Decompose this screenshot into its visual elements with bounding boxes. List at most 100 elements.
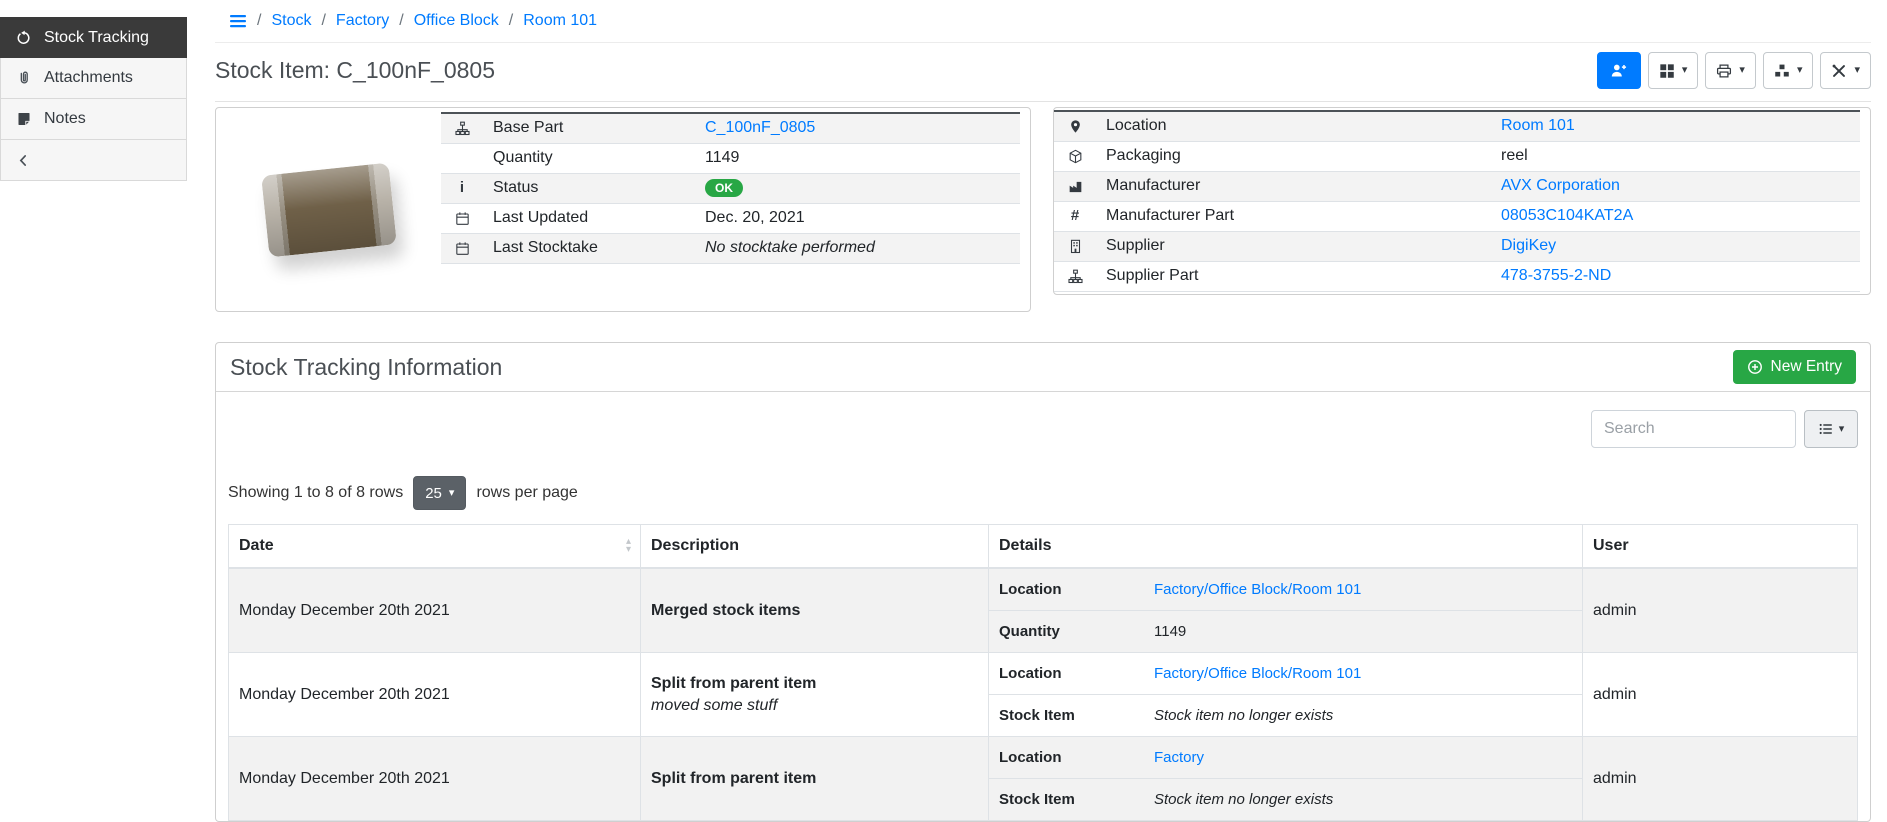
detail-label: Supplier bbox=[1096, 231, 1491, 261]
table-row: Manufacturer AVX Corporation bbox=[1054, 171, 1860, 201]
item-details-panel: Base Part C_100nF_0805 Quantity 1149 i S… bbox=[215, 107, 1031, 312]
breadcrumb: / Stock / Factory / Office Block / Room … bbox=[215, 0, 1871, 43]
columns-dropdown-button[interactable]: ▾ bbox=[1804, 410, 1858, 448]
item-details-table: Base Part C_100nF_0805 Quantity 1149 i S… bbox=[441, 112, 1020, 264]
column-header-date[interactable]: Date ▴▾ bbox=[229, 525, 641, 569]
table-row: Packaging reel bbox=[1054, 141, 1860, 171]
table-controls: ▾ bbox=[228, 410, 1858, 448]
sidebar-item-stock-tracking[interactable]: Stock Tracking bbox=[0, 17, 187, 58]
user-cell: admin bbox=[1583, 653, 1858, 737]
new-entry-button[interactable]: New Entry bbox=[1733, 350, 1857, 384]
detail-panels: Base Part C_100nF_0805 Quantity 1149 i S… bbox=[215, 107, 1871, 312]
manufacturer-link[interactable]: AVX Corporation bbox=[1501, 177, 1620, 194]
caret-down-icon: ▾ bbox=[1682, 65, 1688, 76]
details-cell: Location Factory/Office Block/Room 101 Q… bbox=[989, 568, 1583, 653]
detail-key: Location bbox=[989, 569, 1144, 611]
details-cell: Location Factory Stock Item Stock item n… bbox=[989, 737, 1583, 821]
table-row: Last Stocktake No stocktake performed bbox=[441, 233, 1020, 263]
table-row: Location Room 101 bbox=[1054, 111, 1860, 141]
detail-label: Packaging bbox=[1096, 141, 1491, 171]
table-row: Base Part C_100nF_0805 bbox=[441, 113, 1020, 143]
sitemap-icon bbox=[1064, 269, 1086, 284]
stock-tracking-header: Stock Tracking Information New Entry bbox=[216, 343, 1870, 392]
breadcrumb-link-factory[interactable]: Factory bbox=[336, 12, 389, 30]
barcode-actions-dropdown-button[interactable]: ▾ bbox=[1648, 52, 1699, 89]
part-thumbnail[interactable] bbox=[216, 112, 441, 307]
user-actions-button[interactable] bbox=[1597, 52, 1641, 89]
detail-label: Quantity bbox=[483, 143, 695, 173]
detail-label: Status bbox=[483, 173, 695, 203]
column-header-user: User bbox=[1583, 525, 1858, 569]
detail-key: Stock Item bbox=[989, 695, 1144, 737]
chevron-left-icon bbox=[15, 153, 32, 168]
breadcrumb-link-stock[interactable]: Stock bbox=[271, 12, 311, 30]
calendar-icon bbox=[451, 211, 473, 226]
location-link[interactable]: Room 101 bbox=[1501, 117, 1575, 134]
column-header-details: Details bbox=[989, 525, 1583, 569]
page-header: Stock Item: C_100nF_0805 bbox=[215, 43, 1871, 102]
breadcrumb-separator: / bbox=[321, 12, 325, 30]
breadcrumb-link-room-101[interactable]: Room 101 bbox=[523, 12, 597, 30]
stock-actions-dropdown-button[interactable]: ▾ bbox=[1763, 52, 1814, 89]
sidebar-collapse-button[interactable] bbox=[0, 140, 187, 181]
detail-key: Quantity bbox=[989, 611, 1144, 653]
print-actions-dropdown-button[interactable]: ▾ bbox=[1705, 52, 1756, 89]
location-details-table: Location Room 101 Packaging reel bbox=[1054, 110, 1860, 292]
detail-key: Location bbox=[989, 737, 1144, 779]
description-cell: Merged stock items bbox=[641, 568, 989, 653]
caret-down-icon: ▾ bbox=[1854, 65, 1860, 76]
detail-label: Base Part bbox=[483, 113, 695, 143]
menu-icon[interactable] bbox=[229, 13, 247, 29]
hash-icon: # bbox=[1071, 207, 1079, 224]
description-cell: Split from parent item moved some stuff bbox=[641, 653, 989, 737]
sidebar-item-label: Notes bbox=[44, 110, 86, 128]
edit-actions-dropdown-button[interactable]: ▾ bbox=[1820, 52, 1871, 89]
rows-per-page-text: rows per page bbox=[476, 484, 577, 502]
table-row: Quantity 1149 bbox=[441, 143, 1020, 173]
tracking-table: Date ▴▾ Description Details User bbox=[228, 524, 1858, 821]
packaging-value: reel bbox=[1491, 141, 1860, 171]
sidebar-item-attachments[interactable]: Attachments bbox=[0, 58, 187, 99]
supplier-part-link[interactable]: 478-3755-2-ND bbox=[1501, 267, 1611, 284]
detail-key: Stock Item bbox=[989, 779, 1144, 821]
detail-label: Manufacturer Part bbox=[1096, 201, 1491, 231]
location-details-panel: Location Room 101 Packaging reel bbox=[1053, 107, 1871, 295]
sidebar-item-notes[interactable]: Notes bbox=[0, 99, 187, 140]
column-header-description: Description bbox=[641, 525, 989, 569]
description-note: moved some stuff bbox=[651, 697, 978, 715]
page-size-dropdown[interactable]: 25 ▾ bbox=[413, 476, 466, 510]
tools-icon bbox=[1831, 63, 1847, 79]
location-link[interactable]: Factory/Office Block/Room 101 bbox=[1154, 665, 1361, 682]
detail-label: Last Stocktake bbox=[483, 233, 695, 263]
caret-down-icon: ▾ bbox=[1739, 65, 1745, 76]
location-link[interactable]: Factory bbox=[1154, 749, 1204, 766]
caret-down-icon: ▾ bbox=[1797, 65, 1803, 76]
last-stocktake-value: No stocktake performed bbox=[695, 233, 1020, 263]
breadcrumb-link-office-block[interactable]: Office Block bbox=[414, 12, 499, 30]
date-cell: Monday December 20th 2021 bbox=[229, 568, 641, 653]
history-icon bbox=[15, 30, 32, 46]
app-window: Stock Tracking Attachments Notes bbox=[0, 0, 1887, 805]
toolbar: ▾ ▾ bbox=[1597, 52, 1871, 89]
calendar-icon bbox=[451, 241, 473, 256]
detail-value: Stock item no longer exists bbox=[1144, 695, 1582, 737]
location-link[interactable]: Factory/Office Block/Room 101 bbox=[1154, 581, 1361, 598]
table-row: Monday December 20th 2021 Split from par… bbox=[229, 653, 1858, 737]
details-cell: Location Factory/Office Block/Room 101 S… bbox=[989, 653, 1583, 737]
stock-tracking-panel: Stock Tracking Information New Entry bbox=[215, 342, 1871, 822]
detail-key: Location bbox=[989, 653, 1144, 695]
supplier-link[interactable]: DigiKey bbox=[1501, 237, 1556, 254]
date-cell: Monday December 20th 2021 bbox=[229, 737, 641, 821]
manufacturer-part-link[interactable]: 08053C104KAT2A bbox=[1501, 207, 1633, 224]
quantity-value: 1149 bbox=[695, 143, 1020, 173]
search-input[interactable] bbox=[1591, 410, 1796, 448]
user-cell: admin bbox=[1583, 737, 1858, 821]
info-icon: i bbox=[460, 179, 464, 196]
user-plus-icon bbox=[1610, 62, 1627, 79]
user-cell: admin bbox=[1583, 568, 1858, 653]
last-updated-value: Dec. 20, 2021 bbox=[695, 203, 1020, 233]
detail-value: 1149 bbox=[1144, 611, 1582, 653]
status-badge: OK bbox=[705, 179, 743, 197]
base-part-link[interactable]: C_100nF_0805 bbox=[705, 119, 815, 136]
caret-down-icon: ▾ bbox=[449, 488, 455, 499]
